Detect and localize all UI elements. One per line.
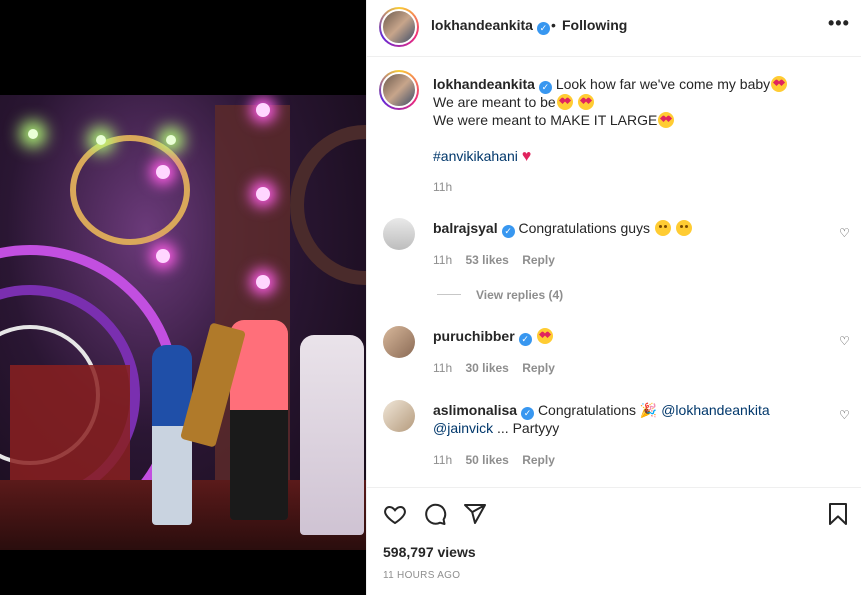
share-icon[interactable] <box>463 502 487 526</box>
comment-text: Congratulations guys <box>518 220 651 236</box>
heart-eyes-emoji-icon <box>577 94 594 110</box>
caption-timestamp[interactable]: 11h <box>433 180 452 194</box>
caption-text-2: We are meant to be <box>433 94 556 110</box>
caption-line-1: lokhandeankita ✓ Look how far we've come … <box>433 75 788 94</box>
caption-text-1: Look how far we've come my baby <box>555 76 771 92</box>
caption-hashtag-line: #anvikikahani ♥ <box>433 147 531 166</box>
stage-decor-ring <box>290 125 366 285</box>
stage-light <box>166 135 176 145</box>
author-username-text[interactable]: lokhandeankita <box>431 17 533 33</box>
more-options-icon[interactable]: ••• <box>828 13 850 34</box>
heart-eyes-emoji-icon <box>556 94 573 110</box>
heart-eyes-emoji-icon <box>658 112 675 128</box>
heart-eyes-emoji-icon <box>536 328 553 344</box>
comment-time[interactable]: 11h <box>433 253 452 267</box>
hashtag-link[interactable]: #anvikikahani <box>433 148 518 164</box>
commenter-username[interactable]: aslimonalisa <box>433 402 517 418</box>
author-avatar[interactable] <box>379 7 419 47</box>
stage-decor-ring <box>70 135 190 245</box>
comment-text: Congratulations <box>537 402 636 418</box>
stage-light <box>156 165 170 179</box>
header-separator: • <box>551 17 556 33</box>
commenter-username[interactable]: puruchibber <box>433 328 515 344</box>
comment-text: ... Partyyy <box>497 420 560 436</box>
post-video[interactable] <box>0 95 366 550</box>
comment-time[interactable]: 11h <box>433 361 452 375</box>
caption-text-3: We were meant to MAKE IT LARGE <box>433 112 658 128</box>
comment-3-line-2: @jainvick ... Partyyy <box>433 419 559 437</box>
view-replies-line <box>437 294 461 295</box>
following-button[interactable]: Following <box>562 17 627 33</box>
commenter-username[interactable]: balrajsyal <box>433 220 498 236</box>
mention-link[interactable]: @jainvick <box>433 420 493 436</box>
comment-meta: 11h 50 likes Reply <box>433 453 555 467</box>
verified-badge-icon: ✓ <box>501 225 515 238</box>
caption-author-username[interactable]: lokhandeankita <box>433 76 535 92</box>
caption-line-3: We were meant to MAKE IT LARGE <box>433 111 675 129</box>
verified-badge-icon: ✓ <box>518 333 532 346</box>
stage-light <box>256 275 270 289</box>
post-actions-bar: 598,797 views 11 HOURS AGO <box>367 487 861 595</box>
person-figure <box>300 335 364 535</box>
mention-link[interactable]: @lokhandeankita <box>661 402 769 418</box>
commenter-avatar[interactable] <box>383 400 415 432</box>
heart-icon[interactable] <box>383 502 407 526</box>
comment-like-heart-icon[interactable]: ♡ <box>839 226 851 240</box>
stage-light <box>256 103 270 117</box>
verified-badge-icon: ✓ <box>536 22 550 35</box>
comment-reply-button[interactable]: Reply <box>522 361 555 375</box>
smile-emoji-icon <box>654 220 671 236</box>
commenter-avatar[interactable] <box>383 326 415 358</box>
comment-meta: 11h 53 likes Reply <box>433 253 555 267</box>
red-heart-emoji-icon: ♥ <box>521 148 532 165</box>
comment-like-heart-icon[interactable]: ♡ <box>839 408 851 422</box>
comment-like-heart-icon[interactable]: ♡ <box>839 334 851 348</box>
stage-light <box>96 135 106 145</box>
author-username[interactable]: lokhandeankita ✓ <box>431 17 550 35</box>
comment-time[interactable]: 11h <box>433 453 452 467</box>
comment-2: puruchibber ✓ <box>433 327 553 346</box>
comment-likes[interactable]: 50 likes <box>465 453 508 467</box>
comment-likes[interactable]: 53 likes <box>465 253 508 267</box>
party-popper-emoji-icon: 🎉 <box>639 402 658 418</box>
stage-light <box>28 129 38 139</box>
caption-line-2: We are meant to be <box>433 93 594 111</box>
post-sidebar: lokhandeankita ✓ • Following ••• lokhande… <box>366 0 861 595</box>
comment-3: aslimonalisa ✓ Congratulations 🎉 @lokhand… <box>433 401 770 420</box>
smile-emoji-icon <box>675 220 692 236</box>
comment-1: balrajsyal ✓ Congratulations guys <box>433 219 692 238</box>
comment-icon[interactable] <box>423 502 447 526</box>
stage-light <box>156 249 170 263</box>
comment-reply-button[interactable]: Reply <box>522 253 555 267</box>
post-timestamp[interactable]: 11 HOURS AGO <box>383 570 460 581</box>
post-header: lokhandeankita ✓ • Following ••• <box>367 0 861 57</box>
instagram-post-view: lokhandeankita ✓ • Following ••• lokhande… <box>0 0 861 595</box>
view-replies-button[interactable]: View replies (4) <box>476 288 563 302</box>
stage-light <box>256 187 270 201</box>
comment-likes[interactable]: 30 likes <box>465 361 508 375</box>
bookmark-icon[interactable] <box>827 502 849 526</box>
caption-author-avatar[interactable] <box>379 70 419 110</box>
comment-meta: 11h 30 likes Reply <box>433 361 555 375</box>
commenter-avatar[interactable] <box>383 218 415 250</box>
post-media-container <box>0 0 366 595</box>
comment-reply-button[interactable]: Reply <box>522 453 555 467</box>
view-count[interactable]: 598,797 views <box>383 544 476 560</box>
heart-eyes-emoji-icon <box>771 76 788 92</box>
